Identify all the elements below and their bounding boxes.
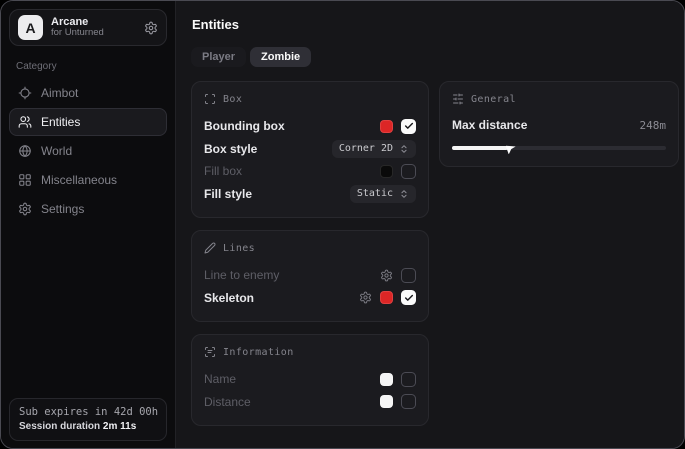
setting-row-bounding-box: Bounding box (204, 115, 416, 138)
sidebar-item-entities[interactable]: Entities (9, 108, 167, 136)
skeleton-checkbox[interactable] (401, 290, 416, 305)
setting-label: Line to enemy (204, 268, 279, 282)
category-label: Category (16, 61, 167, 72)
brand-card: A Arcane for Unturned (9, 9, 167, 46)
gear-icon (18, 202, 32, 216)
setting-label: Box style (204, 142, 257, 156)
app-logo-letter: A (25, 20, 35, 36)
sidebar-item-miscellaneous[interactable]: Miscellaneous (9, 166, 167, 194)
distance-checkbox[interactable] (401, 394, 416, 409)
setting-label: Fill box (204, 164, 242, 178)
tab-zombie[interactable]: Zombie (250, 47, 311, 67)
color-swatch[interactable] (380, 291, 393, 304)
slider-thumb-arrow-icon[interactable] (506, 143, 517, 154)
sidebar-item-world[interactable]: World (9, 137, 167, 165)
card-title: Information (223, 347, 294, 358)
users-icon (18, 115, 32, 129)
sidebar-item-label: Miscellaneous (41, 173, 117, 187)
grid-icon (18, 173, 32, 187)
setting-label: Max distance (452, 118, 527, 132)
chevrons-up-down-icon (399, 189, 409, 199)
box-card: Box Bounding box Box style (191, 81, 429, 218)
color-swatch[interactable] (380, 165, 393, 178)
color-swatch[interactable] (380, 120, 393, 133)
sidebar-item-settings[interactable]: Settings (9, 195, 167, 223)
max-distance-slider[interactable] (452, 142, 666, 154)
crosshair-icon (18, 86, 32, 100)
box-corners-icon (204, 93, 216, 105)
fill-style-dropdown[interactable]: Static (350, 185, 416, 203)
sidebar: A Arcane for Unturned Category Aimbot (1, 1, 176, 448)
app-logo: A (18, 15, 43, 40)
setting-label: Bounding box (204, 119, 285, 133)
setting-row-distance: Distance (204, 391, 416, 414)
lines-card: Lines Line to enemy (191, 230, 429, 322)
subscription-expiry: Sub expires in 42d 00h (19, 406, 157, 418)
app-window: A Arcane for Unturned Category Aimbot (0, 0, 685, 449)
name-checkbox[interactable] (401, 372, 416, 387)
fill-box-checkbox[interactable] (401, 164, 416, 179)
sliders-icon (452, 93, 464, 105)
setting-label: Skeleton (204, 291, 254, 305)
tab-player[interactable]: Player (191, 47, 246, 67)
main-panel: Entities Player Zombie Box Bounding box (176, 1, 685, 448)
setting-row-name: Name (204, 368, 416, 391)
information-card: Information Name Distance (191, 334, 429, 426)
pencil-line-icon (204, 242, 216, 254)
box-style-dropdown[interactable]: Corner 2D (332, 140, 416, 158)
setting-label: Fill style (204, 187, 252, 201)
row-settings-gear-icon[interactable] (359, 291, 372, 304)
bounding-box-checkbox[interactable] (401, 119, 416, 134)
sidebar-item-label: Aimbot (41, 86, 78, 100)
app-subtitle: for Unturned (51, 28, 136, 39)
color-swatch[interactable] (380, 395, 393, 408)
color-swatch[interactable] (380, 373, 393, 386)
scan-text-icon (204, 346, 216, 358)
setting-label: Distance (204, 395, 251, 409)
sidebar-nav: Aimbot Entities World Miscellaneous (9, 79, 167, 224)
slider-fill (452, 146, 508, 150)
general-card: General Max distance 248m (439, 81, 679, 167)
brand-gear-icon[interactable] (144, 21, 158, 35)
setting-row-max-distance: Max distance 248m (452, 115, 666, 135)
line-to-enemy-checkbox[interactable] (401, 268, 416, 283)
sidebar-item-label: Entities (41, 115, 80, 129)
sidebar-item-label: World (41, 144, 72, 158)
setting-row-line-to-enemy: Line to enemy (204, 264, 416, 287)
subscription-card: Sub expires in 42d 00h Session duration … (9, 398, 167, 441)
setting-row-fill-box: Fill box (204, 160, 416, 183)
chevrons-up-down-icon (399, 144, 409, 154)
setting-label: Name (204, 372, 236, 386)
globe-icon (18, 144, 32, 158)
session-duration: Session duration 2m 11s (19, 421, 157, 432)
card-title: General (471, 94, 516, 105)
tab-bar: Player Zombie (191, 47, 679, 67)
setting-row-skeleton: Skeleton (204, 287, 416, 310)
card-title: Box (223, 94, 242, 105)
page-title: Entities (192, 17, 679, 32)
setting-row-box-style: Box style Corner 2D (204, 138, 416, 161)
row-settings-gear-icon[interactable] (380, 269, 393, 282)
sidebar-item-aimbot[interactable]: Aimbot (9, 79, 167, 107)
max-distance-value: 248m (640, 119, 667, 132)
card-title: Lines (223, 243, 255, 254)
sidebar-item-label: Settings (41, 202, 84, 216)
setting-row-fill-style: Fill style Static (204, 183, 416, 206)
